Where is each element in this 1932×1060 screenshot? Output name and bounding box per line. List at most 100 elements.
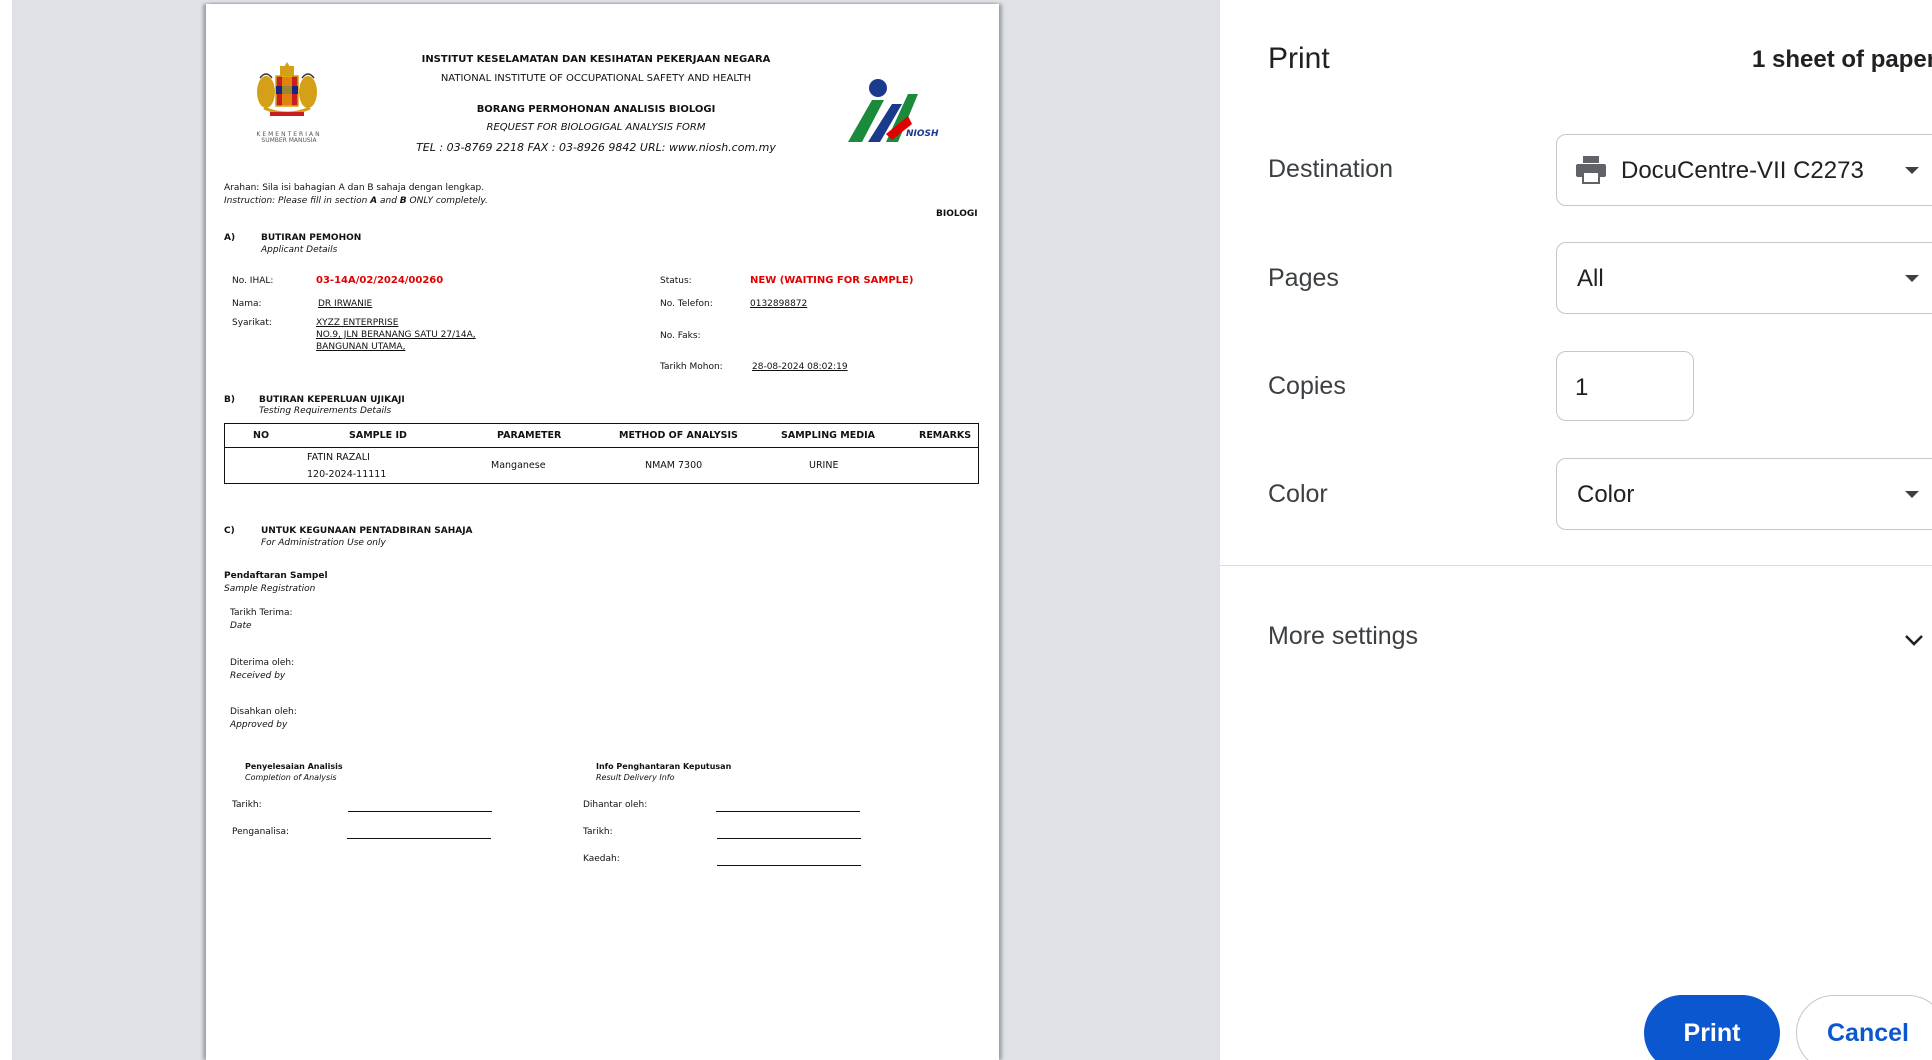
company-line-2: NO.9, JLN BERANANG SATU 27/14A, <box>316 330 476 340</box>
completion-date-label: Tarikh: <box>232 800 262 810</box>
status-value: NEW (WAITING FOR SAMPLE) <box>750 275 914 286</box>
section-c-letter: C) <box>224 526 235 536</box>
col-sampling-media: SAMPLING MEDIA <box>781 430 875 441</box>
copies-label: Copies <box>1268 372 1346 400</box>
application-date-label: Tarikh Mohon: <box>660 362 723 372</box>
form-title-en: REQUEST FOR BIOLOGIGAL ANALYSIS FORM <box>486 122 706 133</box>
fax-label: No. Faks: <box>660 331 701 341</box>
instruction-en-prefix: Instruction: Please fill in section <box>224 196 371 206</box>
received-date-en: Date <box>230 621 252 631</box>
instruction-ms: Arahan: Sila isi bahagian A dan B sahaja… <box>224 183 485 193</box>
analyst-label: Penganalisa: <box>232 827 290 837</box>
print-settings-panel: Print 1 sheet of paper Destination DocuC… <box>1220 0 1932 1060</box>
delivery-title: Info Penghantaran Keputusan <box>596 762 732 771</box>
instruction-en-b: B <box>399 196 407 206</box>
settings-divider <box>1220 565 1932 566</box>
name-value: DR IRWANIE <box>318 299 373 309</box>
approved-by-en: Approved by <box>230 720 288 730</box>
section-a-subtitle: Applicant Details <box>261 245 338 255</box>
name-label: Nama: <box>232 299 262 309</box>
section-b-letter: B) <box>224 395 235 405</box>
col-remarks: REMARKS <box>919 430 972 441</box>
dropdown-caret-icon <box>1905 167 1919 174</box>
received-by-en: Received by <box>230 671 286 681</box>
category-label: BIOLOGI <box>936 209 978 219</box>
sent-by-line <box>716 811 860 812</box>
print-title: Print <box>1268 42 1330 75</box>
copies-input[interactable]: 1 <box>1556 351 1694 421</box>
copies-value: 1 <box>1575 374 1589 401</box>
sheet-count: 1 sheet of paper <box>1752 46 1932 73</box>
section-c-title: UNTUK KEGUNAAN PENTADBIRAN SAHAJA <box>261 526 473 536</box>
section-b-subtitle: Testing Requirements Details <box>259 406 392 416</box>
testing-requirements-table: NO SAMPLE ID PARAMETER METHOD OF ANALYSI… <box>224 423 979 484</box>
cell-sample-id: 120-2024-11111 <box>307 469 387 480</box>
section-b-title: BUTIRAN KEPERLUAN UJIKAJI <box>259 395 405 405</box>
more-settings-toggle[interactable]: More settings <box>1268 622 1418 651</box>
delivery-date-line <box>717 838 861 839</box>
registration-title: Pendaftaran Sampel <box>224 571 328 581</box>
cell-sample-name: FATIN RAZALI <box>307 452 370 463</box>
delivery-date-label: Tarikh: <box>583 827 613 837</box>
destination-select[interactable]: DocuCentre-VII C2273 <box>1556 134 1932 206</box>
table-header: NO SAMPLE ID PARAMETER METHOD OF ANALYSI… <box>225 424 978 448</box>
pages-select[interactable]: All <box>1556 242 1932 314</box>
color-select[interactable]: Color <box>1556 458 1932 530</box>
color-value: Color <box>1577 481 1635 508</box>
dropdown-caret-icon <box>1905 491 1919 498</box>
logo-caption-line-2: SUMBER MANUSIA <box>261 137 317 144</box>
delivery-subtitle: Result Delivery Info <box>596 773 675 782</box>
section-a-title: BUTIRAN PEMOHON <box>261 233 362 243</box>
cell-parameter: Manganese <box>491 460 546 471</box>
cancel-button[interactable]: Cancel <box>1796 995 1932 1060</box>
niosh-logo-text: NIOSH <box>906 129 939 139</box>
completion-title: Penyelesaian Analisis <box>245 762 343 771</box>
printer-icon <box>1575 155 1607 190</box>
company-label: Syarikat: <box>232 318 272 328</box>
instruction-en-and: and <box>377 196 400 206</box>
dropdown-caret-icon <box>1905 275 1919 282</box>
destination-label: Destination <box>1268 155 1394 183</box>
method-line <box>717 865 861 866</box>
completion-subtitle: Completion of Analysis <box>245 773 337 782</box>
phone-value: 0132898872 <box>750 299 808 309</box>
completion-date-line <box>348 811 492 812</box>
application-date-value: 28-08-2024 08:02:19 <box>752 362 848 372</box>
chevron-down-icon[interactable] <box>1904 626 1924 654</box>
institute-name-ms: INSTITUT KESELAMATAN DAN KESIHATAN PEKER… <box>421 54 771 65</box>
approved-by-ms: Disahkan oleh: <box>230 707 297 717</box>
institute-name-en: NATIONAL INSTITUTE OF OCCUPATIONAL SAFET… <box>440 73 752 84</box>
received-date-ms: Tarikh Terima: <box>230 608 293 618</box>
contact-line: TEL : 03-8769 2218 FAX : 03-8926 9842 UR… <box>416 141 776 154</box>
method-label: Kaedah: <box>583 854 620 864</box>
col-sample-id: SAMPLE ID <box>349 430 407 441</box>
destination-value: DocuCentre-VII C2273 <box>1621 157 1864 184</box>
company-line-3: BANGUNAN UTAMA, <box>316 342 406 352</box>
col-method: METHOD OF ANALYSIS <box>619 430 738 441</box>
print-preview-area: KEMENTERIAN SUMBER MANUSIA INSTITUT KESE… <box>0 0 1220 1060</box>
col-parameter: PARAMETER <box>497 430 562 441</box>
section-a-letter: A) <box>224 233 236 243</box>
registration-subtitle: Sample Registration <box>224 584 316 594</box>
instruction-en-suffix: ONLY completely. <box>406 196 488 206</box>
sent-by-label: Dihantar oleh: <box>583 800 648 810</box>
document-page: KEMENTERIAN SUMBER MANUSIA INSTITUT KESE… <box>206 4 999 1060</box>
analyst-line <box>347 838 491 839</box>
pages-label: Pages <box>1268 264 1339 292</box>
instruction-en: Instruction: Please fill in section A an… <box>224 196 488 206</box>
company-line-1: XYZZ ENTERPRISE <box>316 318 399 328</box>
col-no: NO <box>253 430 270 441</box>
form-title-ms: BORANG PERMOHONAN ANALISIS BIOLOGI <box>476 104 716 115</box>
status-label: Status: <box>660 276 692 286</box>
pages-value: All <box>1577 265 1604 292</box>
left-logo-caption: KEMENTERIAN SUMBER MANUSIA <box>254 132 324 144</box>
print-button[interactable]: Print <box>1644 995 1780 1060</box>
cell-method: NMAM 7300 <box>645 460 703 471</box>
received-by-ms: Diterima oleh: <box>230 658 295 668</box>
cell-media: URINE <box>809 460 839 471</box>
ihal-label: No. IHAL: <box>232 276 274 286</box>
color-label: Color <box>1268 480 1328 508</box>
coat-of-arms-logo <box>246 62 328 132</box>
ihal-value: 03-14A/02/2024/00260 <box>316 275 444 286</box>
phone-label: No. Telefon: <box>660 299 713 309</box>
